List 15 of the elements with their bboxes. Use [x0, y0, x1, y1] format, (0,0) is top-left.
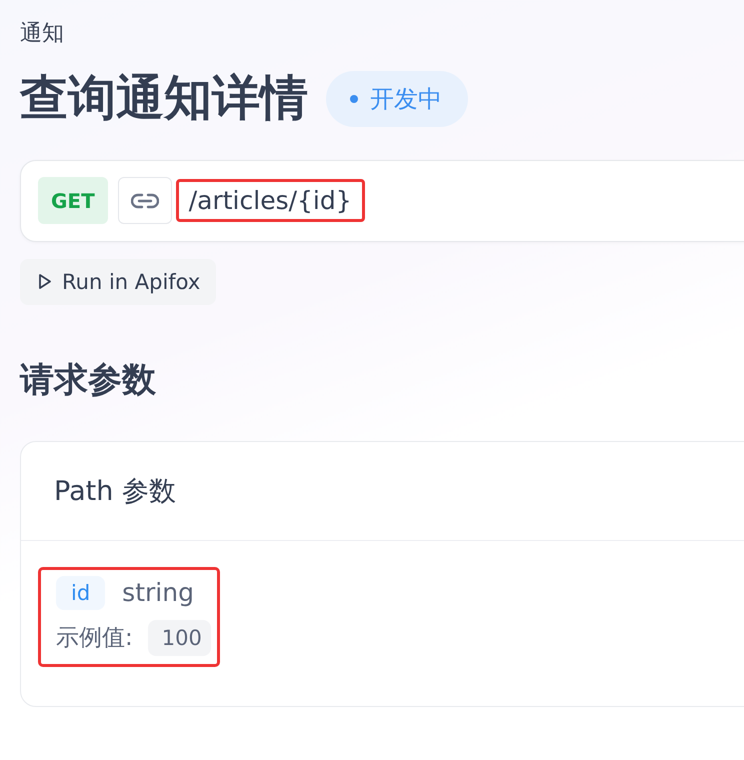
play-icon — [38, 273, 52, 290]
breadcrumb[interactable]: 通知 — [20, 18, 64, 48]
section-heading: 请求参数 — [20, 358, 157, 402]
param-name: id — [56, 576, 106, 610]
example-value: 100 — [148, 620, 211, 656]
status-badge: 开发中 — [326, 70, 468, 127]
link-icon — [130, 192, 159, 210]
run-button[interactable]: Run in Apifox — [20, 258, 216, 305]
param-type: string — [122, 578, 194, 608]
link-button[interactable] — [118, 177, 172, 224]
method-tag: GET — [38, 177, 108, 224]
card-title: Path 参数 — [21, 442, 744, 541]
example-label: 示例值: — [56, 624, 133, 654]
url-path: /articles/{id} — [176, 179, 365, 222]
page-title: 查询通知详情 — [20, 70, 308, 128]
